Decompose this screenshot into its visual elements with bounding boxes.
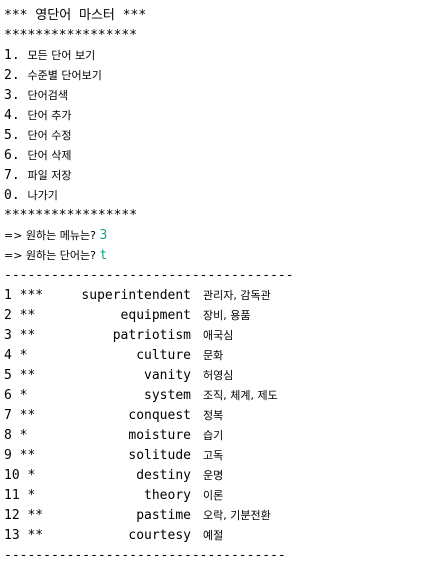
menu-prompt: => 원하는 메뉴는? — [4, 229, 100, 242]
menu-item-7: 7. 파일 저장 — [4, 166, 434, 186]
word-number-level: 13 ** — [4, 528, 44, 543]
word-row: 1 *** superintendent 관리자, 감독관 — [4, 286, 434, 306]
word-number-level: 5 ** — [4, 368, 36, 383]
menu-item-label: 단어 수정 — [27, 129, 72, 142]
menu-item-number: 7. — [4, 168, 20, 183]
word-number-level: 8 * — [4, 428, 28, 443]
menu-item-5: 5. 단어 수정 — [4, 126, 434, 146]
menu-item-number: 1. — [4, 48, 20, 63]
word-row: 13 ** courtesy 예절 — [4, 526, 434, 546]
menu-item-number: 2. — [4, 68, 20, 83]
word-korean: 운명 — [203, 469, 224, 482]
word-row: 7 ** conquest 정복 — [4, 406, 434, 426]
word-number-level: 7 ** — [4, 408, 36, 423]
menu-item-label: 파일 저장 — [27, 169, 72, 182]
word-english: superintendent — [81, 288, 191, 303]
word-korean: 정복 — [203, 409, 224, 422]
word-row: 6 * system 조직, 체계, 제도 — [4, 386, 434, 406]
menu-item-0: 0. 나가기 — [4, 186, 434, 206]
word-english: conquest — [128, 408, 191, 423]
menu-input[interactable]: 3 — [99, 228, 107, 243]
word-row: 4 * culture 문화 — [4, 346, 434, 366]
word-number-level: 2 ** — [4, 308, 36, 323]
word-number-level: 3 ** — [4, 328, 36, 343]
word-row: 11 * theory 이론 — [4, 486, 434, 506]
console-output: *** 영단어 마스터 *** ***************** 1. 모든 … — [4, 6, 434, 566]
menu-item-label: 단어 삭제 — [27, 149, 72, 162]
menu-item-1: 1. 모든 단어 보기 — [4, 46, 434, 66]
word-korean: 예절 — [203, 529, 224, 542]
word-korean: 문화 — [203, 349, 224, 362]
menu-item-number: 0. — [4, 188, 20, 203]
word-number-level: 9 ** — [4, 448, 36, 463]
menu-item-label: 단어검색 — [27, 89, 68, 102]
word-korean: 오락, 기분전환 — [203, 509, 271, 522]
word-row: 8 * moisture 습기 — [4, 426, 434, 446]
word-number-level: 11 * — [4, 488, 36, 503]
menu-item-6: 6. 단어 삭제 — [4, 146, 434, 166]
menu-item-label: 나가기 — [27, 189, 58, 202]
menu-prompt-line[interactable]: => 원하는 메뉴는? 3 — [4, 226, 434, 246]
word-korean: 습기 — [203, 429, 224, 442]
menu-item-3: 3. 단어검색 — [4, 86, 434, 106]
word-number-level: 12 ** — [4, 508, 44, 523]
word-korean: 허영심 — [203, 369, 234, 382]
word-row: 5 ** vanity 허영심 — [4, 366, 434, 386]
word-english: patriotism — [112, 328, 191, 343]
separator-stars-top: ***************** — [4, 28, 138, 43]
word-number-level: 1 *** — [4, 288, 44, 303]
word-english: solitude — [128, 448, 191, 463]
word-english: culture — [136, 348, 191, 363]
word-row: 9 ** solitude 고독 — [4, 446, 434, 466]
word-english: system — [144, 388, 191, 403]
word-row: 10 * destiny 운명 — [4, 466, 434, 486]
menu-item-number: 3. — [4, 88, 20, 103]
separator-dash-top: ------------------------------------- — [4, 268, 294, 283]
separator-dash-bottom: ------------------------------------ — [4, 548, 286, 563]
app-title: *** 영단어 마스터 *** — [4, 8, 147, 23]
word-row: 2 ** equipment 장비, 용품 — [4, 306, 434, 326]
separator-stars-bottom: ***************** — [4, 208, 138, 223]
word-english: equipment — [120, 308, 191, 323]
word-number-level: 6 * — [4, 388, 28, 403]
word-prompt: => 원하는 단어는? — [4, 249, 100, 262]
word-korean: 이론 — [203, 489, 224, 502]
word-english: pastime — [136, 508, 191, 523]
word-row: 3 ** patriotism 애국심 — [4, 326, 434, 346]
word-english: destiny — [136, 468, 191, 483]
menu-item-4: 4. 단어 추가 — [4, 106, 434, 126]
word-english: moisture — [128, 428, 191, 443]
word-korean: 애국심 — [203, 329, 234, 342]
menu-item-label: 단어 추가 — [27, 109, 72, 122]
word-korean: 조직, 체계, 제도 — [203, 389, 278, 402]
menu-item-number: 6. — [4, 148, 20, 163]
menu-item-number: 5. — [4, 128, 20, 143]
menu-item-number: 4. — [4, 108, 20, 123]
word-korean: 관리자, 감독관 — [203, 289, 271, 302]
word-number-level: 10 * — [4, 468, 36, 483]
word-row: 12 ** pastime 오락, 기분전환 — [4, 506, 434, 526]
word-korean: 고독 — [203, 449, 224, 462]
word-input[interactable]: t — [99, 248, 107, 263]
word-prompt-line[interactable]: => 원하는 단어는? t — [4, 246, 434, 266]
menu-item-label: 수준별 단어보기 — [27, 69, 102, 82]
word-english: vanity — [144, 368, 191, 383]
menu-item-2: 2. 수준별 단어보기 — [4, 66, 434, 86]
word-english: courtesy — [128, 528, 191, 543]
menu-item-label: 모든 단어 보기 — [27, 49, 96, 62]
word-number-level: 4 * — [4, 348, 28, 363]
word-korean: 장비, 용품 — [203, 309, 251, 322]
word-english: theory — [144, 488, 191, 503]
